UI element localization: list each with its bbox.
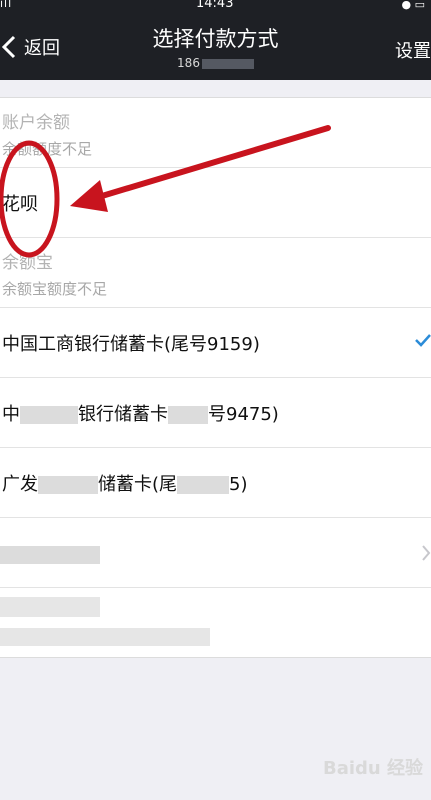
blurred-text <box>0 596 100 617</box>
blurred-text <box>0 544 100 564</box>
payment-option-huabei[interactable]: 花呗 <box>0 168 431 238</box>
checkmark-icon <box>415 334 431 347</box>
blurred-text <box>0 626 210 646</box>
payment-option-account-balance[interactable]: 账户余额 余额额度不足 <box>0 98 431 168</box>
payment-option-cgb-card[interactable]: 广发 储蓄卡(尾 5) <box>0 448 431 518</box>
option-title: 账户余额 <box>2 113 70 133</box>
page-title: 选择付款方式 <box>152 27 279 51</box>
option-subtitle: 余额宝额度不足 <box>2 280 108 298</box>
payment-method-list: 账户余额 余额额度不足 花呗 余额宝 余额宝额度不足 中国工商银行储蓄卡(尾号9… <box>0 97 431 658</box>
option-title: 花呗 <box>2 194 38 215</box>
status-bar: ill 14:43 ● ▭ <box>0 0 431 14</box>
carrier-signal: ill <box>0 0 13 10</box>
payment-option-blurred[interactable] <box>0 518 431 588</box>
payment-option-blurred-2[interactable] <box>0 588 431 657</box>
option-title: 中国工商银行储蓄卡(尾号9159) <box>2 334 260 355</box>
account-number: 186 <box>177 56 200 70</box>
option-title: 广发 储蓄卡(尾 5) <box>2 474 248 495</box>
payment-option-yuebao[interactable]: 余额宝 余额宝额度不足 <box>0 238 431 308</box>
navigation-bar: 返回 选择付款方式 186 设置 <box>0 14 431 80</box>
option-subtitle: 余额额度不足 <box>2 140 93 158</box>
watermark-logo: Baidu 经验 <box>322 758 423 779</box>
payment-option-bank-card-9475[interactable]: 中银行储蓄卡 号9475) <box>0 378 431 448</box>
blurred-text <box>38 476 98 494</box>
chevron-right-icon <box>422 545 431 561</box>
settings-button[interactable]: 设置 <box>395 37 431 63</box>
account-subtitle: 186 <box>0 56 431 70</box>
blurred-text <box>177 476 230 494</box>
option-title: 中银行储蓄卡 号9475) <box>2 404 279 425</box>
option-title: 余额宝 <box>2 253 53 273</box>
battery-icon: ● ▭ <box>401 0 426 11</box>
status-time: 14:43 <box>196 0 234 11</box>
payment-option-icbc-card[interactable]: 中国工商银行储蓄卡(尾号9159) <box>0 308 431 378</box>
masked-region <box>201 58 254 69</box>
blurred-text <box>20 406 78 424</box>
blurred-text <box>168 406 208 424</box>
